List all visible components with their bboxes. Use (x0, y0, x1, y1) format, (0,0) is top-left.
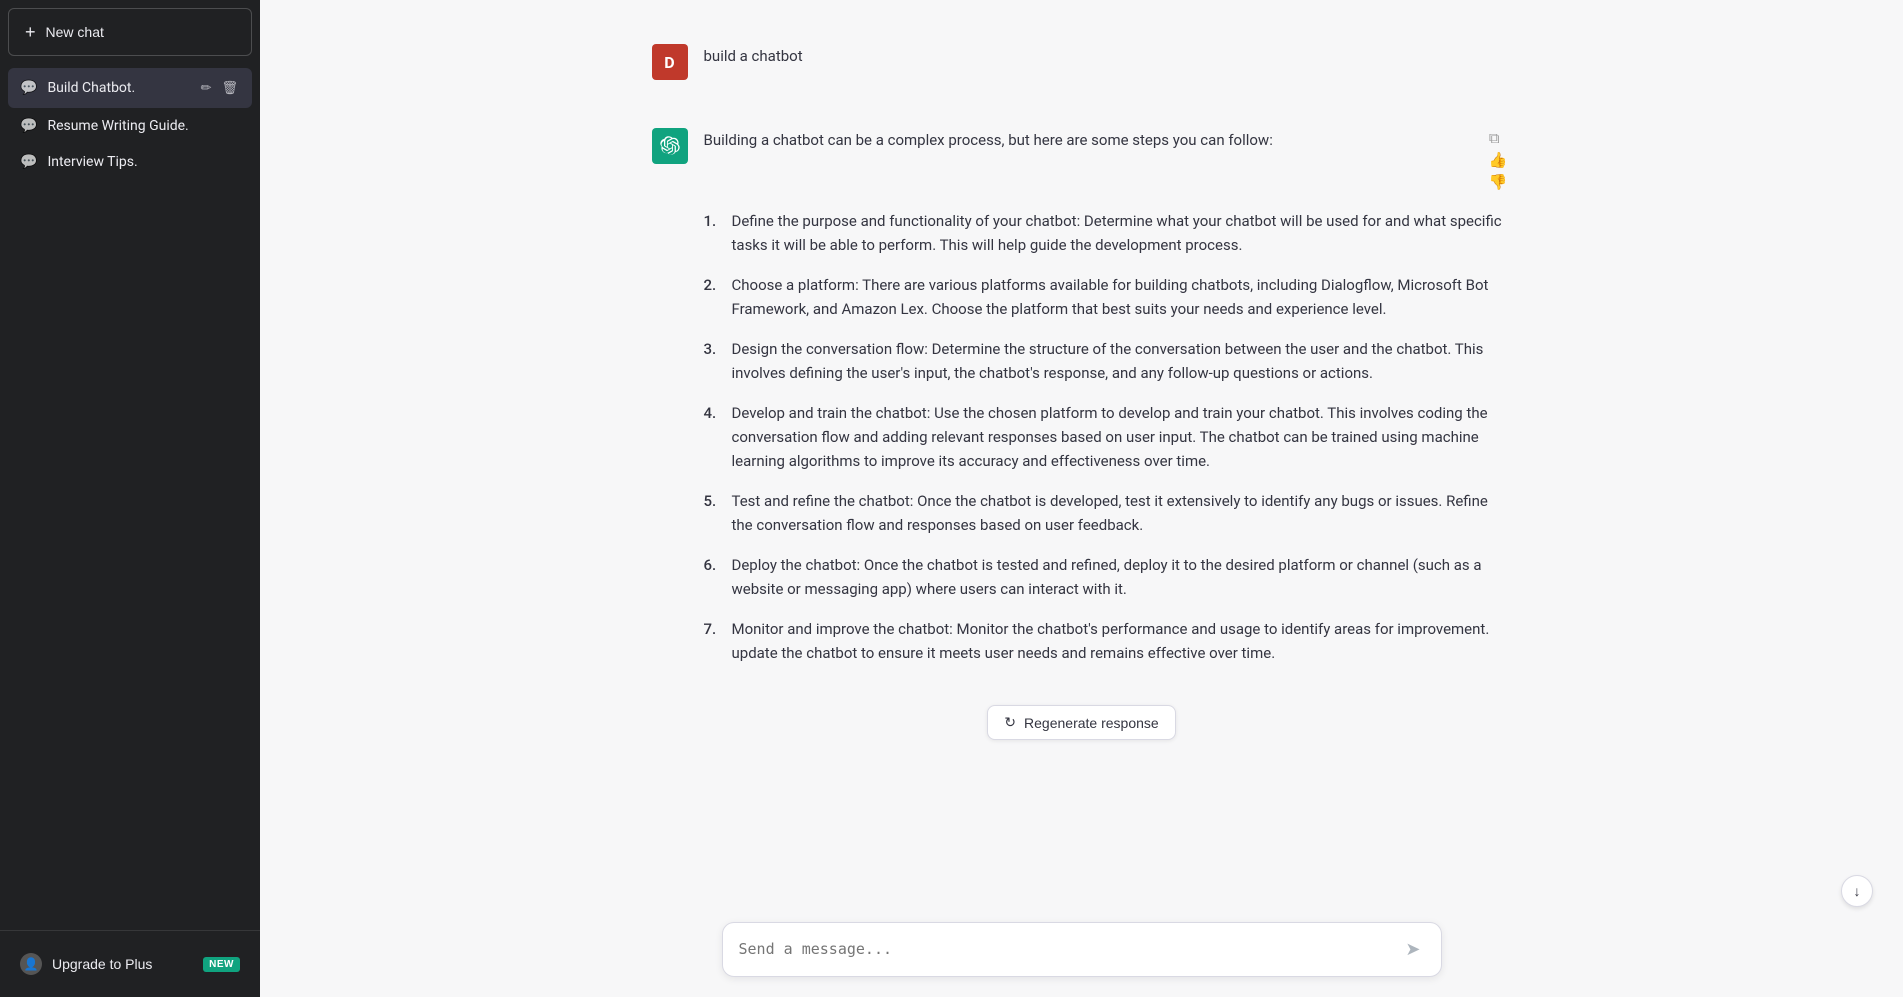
plus-icon: + (25, 23, 36, 41)
sidebar-item-interview-tips[interactable]: 💬 Interview Tips. (8, 144, 252, 180)
send-button[interactable]: ➤ (1401, 935, 1424, 964)
response-list: 1.Define the purpose and functionality o… (704, 209, 1512, 681)
main-content: D build a chatbot Building a chatbot can… (260, 0, 1903, 997)
list-num-1: 1. (704, 209, 724, 257)
assistant-message-actions: ⧉ 👍 👎 (1485, 128, 1512, 193)
sidebar-item-resume-writing[interactable]: 💬 Resume Writing Guide. (8, 108, 252, 144)
list-text-7: Monitor and improve the chatbot: Monitor… (732, 617, 1512, 665)
sidebar-item-build-chatbot[interactable]: 💬 Build Chatbot. ✏ 🗑 (8, 68, 252, 108)
list-num-6: 6. (704, 553, 724, 601)
list-text-4: Develop and train the chatbot: Use the c… (732, 401, 1512, 473)
sidebar-item-label-1: Build Chatbot. (47, 80, 188, 96)
new-badge: NEW (203, 957, 240, 972)
chat-icon-2: 💬 (20, 118, 37, 134)
user-avatar-icon: 👤 (20, 953, 42, 975)
user-message-content: build a chatbot (704, 44, 1512, 68)
list-text-6: Deploy the chatbot: Once the chatbot is … (732, 553, 1512, 601)
list-text-2: Choose a platform: There are various pla… (732, 273, 1512, 321)
edit-button-1[interactable]: ✏ (199, 78, 214, 98)
assistant-message-row: Building a chatbot can be a complex proc… (632, 104, 1532, 705)
copy-button[interactable]: ⧉ (1485, 128, 1504, 149)
list-item: 5.Test and refine the chatbot: Once the … (704, 489, 1512, 537)
list-item: 3.Design the conversation flow: Determin… (704, 337, 1512, 385)
chat-container: D build a chatbot Building a chatbot can… (260, 0, 1903, 997)
list-num-5: 5. (704, 489, 724, 537)
list-num-3: 3. (704, 337, 724, 385)
list-num-2: 2. (704, 273, 724, 321)
list-item: 4.Develop and train the chatbot: Use the… (704, 401, 1512, 473)
list-item: 2.Choose a platform: There are various p… (704, 273, 1512, 321)
send-icon: ➤ (1405, 939, 1420, 960)
list-item: 1.Define the purpose and functionality o… (704, 209, 1512, 257)
list-text-1: Define the purpose and functionality of … (732, 209, 1512, 257)
message-input[interactable] (739, 938, 1402, 961)
sidebar-item-label-3: Interview Tips. (47, 154, 240, 170)
assistant-avatar (652, 128, 688, 164)
chat-icon-1: 💬 (20, 80, 37, 96)
sidebar-items: 💬 Build Chatbot. ✏ 🗑 💬 Resume Writing Gu… (0, 64, 260, 930)
new-chat-label: New chat (46, 24, 104, 40)
upgrade-label: Upgrade to Plus (52, 956, 152, 972)
list-num-4: 4. (704, 401, 724, 473)
delete-button-1[interactable]: 🗑 (219, 78, 240, 98)
regenerate-container: ↻ Regenerate response (260, 705, 1903, 740)
assistant-intro-text: Building a chatbot can be a complex proc… (704, 128, 1273, 152)
list-item: 6.Deploy the chatbot: Once the chatbot i… (704, 553, 1512, 601)
thumbs-up-button[interactable]: 👍 (1485, 149, 1512, 171)
thumbs-down-button[interactable]: 👎 (1485, 171, 1512, 193)
assistant-message-wrapper: Building a chatbot can be a complex proc… (704, 128, 1512, 681)
list-num-7: 7. (704, 617, 724, 665)
regenerate-button[interactable]: ↻ Regenerate response (987, 705, 1175, 740)
list-text-3: Design the conversation flow: Determine … (732, 337, 1512, 385)
user-message-row: D build a chatbot (632, 20, 1532, 104)
chat-icon-3: 💬 (20, 154, 37, 170)
item-actions-1: ✏ 🗑 (199, 78, 240, 98)
assistant-header-row: Building a chatbot can be a complex proc… (704, 128, 1512, 193)
user-avatar: D (652, 44, 688, 80)
upgrade-to-plus-button[interactable]: 👤 Upgrade to Plus NEW (8, 943, 252, 985)
new-chat-button[interactable]: + New chat (8, 8, 252, 56)
scroll-down-icon: ↓ (1854, 883, 1861, 899)
list-item: 7.Monitor and improve the chatbot: Monit… (704, 617, 1512, 665)
scroll-down-button[interactable]: ↓ (1841, 875, 1873, 907)
sidebar: + New chat 💬 Build Chatbot. ✏ 🗑 💬 Resume… (0, 0, 260, 997)
regenerate-icon: ↻ (1004, 714, 1016, 731)
regenerate-label: Regenerate response (1024, 715, 1159, 731)
sidebar-item-label-2: Resume Writing Guide. (47, 118, 240, 134)
user-message-text: build a chatbot (704, 47, 803, 65)
sidebar-footer: 👤 Upgrade to Plus NEW (0, 930, 260, 997)
input-area: ➤ (260, 910, 1903, 997)
input-wrapper: ➤ (722, 922, 1442, 977)
list-text-5: Test and refine the chatbot: Once the ch… (732, 489, 1512, 537)
